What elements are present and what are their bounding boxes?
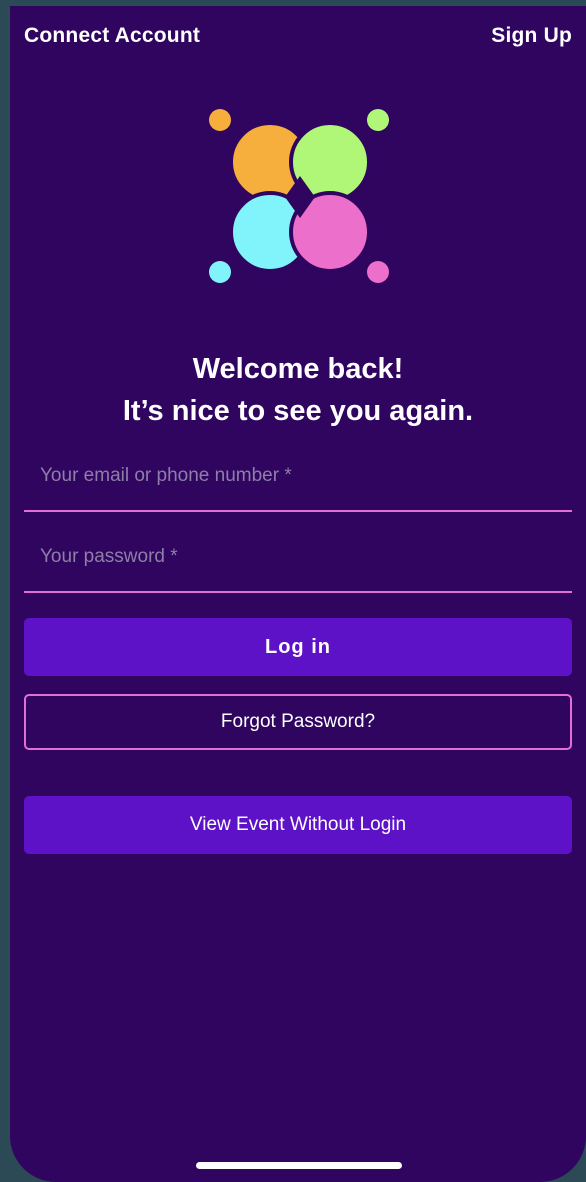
welcome-heading: Welcome back! It’s nice to see you again… [10,348,586,432]
email-field[interactable]: Your email or phone number * [24,456,572,512]
password-placeholder: Your password * [40,546,178,567]
forgot-password-button[interactable]: Forgot Password? [24,694,572,750]
logo-top-left-dot [209,109,231,131]
four-circles-logo-icon [209,109,389,283]
welcome-line-2: It’s nice to see you again. [122,395,474,427]
password-field[interactable]: Your password * [24,537,572,593]
welcome-line-1: Welcome back! [192,353,404,385]
email-placeholder: Your email or phone number * [40,465,292,486]
logo-bottom-right-dot [367,261,389,283]
sign-up-link[interactable]: Sign Up [491,24,572,48]
logo-top-right-dot [367,109,389,131]
logo-bottom-left-dot [209,261,231,283]
login-screen: Connect Account Sign Up Welcome back! It… [10,6,586,1182]
home-indicator[interactable] [196,1162,402,1169]
connect-account-link[interactable]: Connect Account [24,24,200,48]
view-event-without-login-button[interactable]: View Event Without Login [24,796,572,854]
login-button[interactable]: Log in [24,618,572,676]
